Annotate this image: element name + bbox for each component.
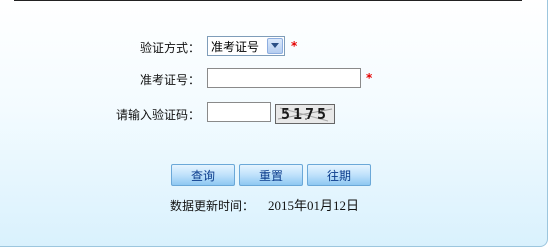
update-time: 数据更新时间： 2015年01月12日	[170, 195, 359, 214]
reset-button[interactable]: 重置	[239, 164, 303, 186]
captcha-image[interactable]: 5175	[275, 104, 335, 124]
ticket-number-input[interactable]	[207, 68, 361, 88]
captcha-text: 5175	[280, 105, 330, 123]
query-panel: 验证方式： 准考证号 * 准考证号： * 请输入验证码： 5175 查询 重置 …	[0, 0, 548, 247]
query-button[interactable]: 查询	[171, 164, 235, 186]
top-divider	[14, 0, 522, 1]
verify-method-value: 准考证号	[211, 39, 260, 54]
verify-method-label: 验证方式：	[139, 41, 200, 55]
captcha-input[interactable]	[207, 102, 271, 122]
chevron-down-icon[interactable]	[267, 38, 283, 54]
history-button[interactable]: 往期	[307, 164, 371, 186]
ticket-number-label: 准考证号：	[139, 73, 200, 87]
update-time-value: 2015年01月12日	[268, 198, 360, 213]
update-time-label: 数据更新时间：	[170, 199, 255, 213]
verify-method-select[interactable]: 准考证号	[207, 36, 285, 56]
required-mark: *	[291, 39, 298, 53]
captcha-label: 请输入验证码：	[115, 108, 200, 122]
required-mark: *	[366, 71, 373, 85]
